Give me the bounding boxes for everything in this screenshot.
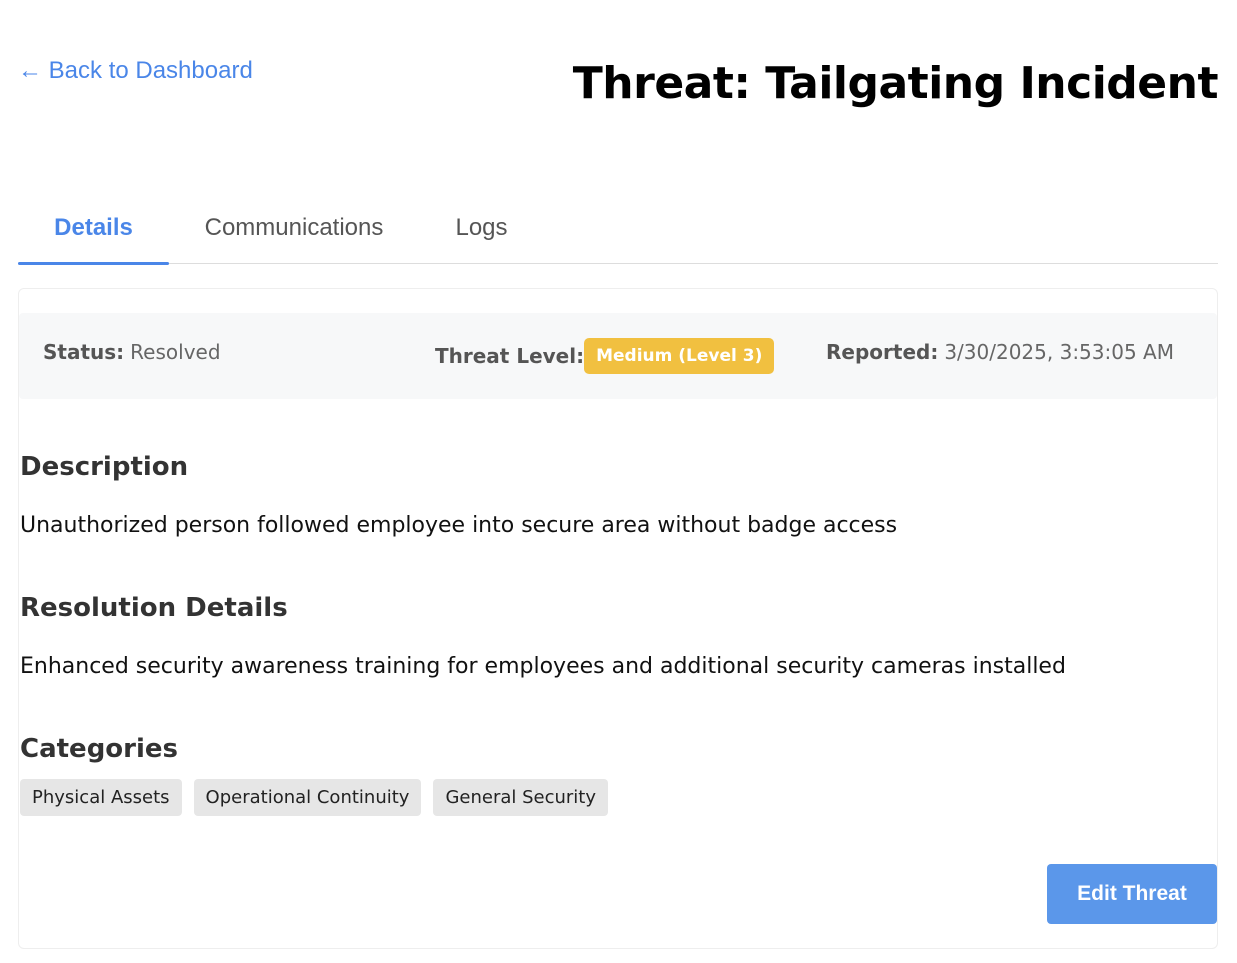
tab-logs[interactable]: Logs xyxy=(419,192,544,263)
category-list: Physical Assets Operational Continuity G… xyxy=(20,779,609,816)
reported-label: Reported: xyxy=(826,340,939,364)
category-chip: Operational Continuity xyxy=(193,779,422,816)
back-to-dashboard-link[interactable]: ← Back to Dashboard xyxy=(18,57,253,85)
category-chip: General Security xyxy=(433,779,609,816)
tab-communications[interactable]: Communications xyxy=(169,192,419,263)
reported-field: Reported: 3/30/2025, 3:53:05 AM xyxy=(826,309,1174,395)
tab-details[interactable]: Details xyxy=(18,192,169,265)
status-label: Status: xyxy=(43,340,125,364)
page-title: Threat: Tailgating Incident xyxy=(572,58,1219,109)
category-chip: Physical Assets xyxy=(20,779,182,816)
threat-details-card: Status: Resolved Threat Level: Medium (L… xyxy=(18,288,1218,949)
status-field: Status: Resolved xyxy=(43,309,221,395)
resolution-heading: Resolution Details xyxy=(20,593,288,623)
threat-level-label: Threat Level: xyxy=(435,344,585,368)
description-text: Unauthorized person followed employee in… xyxy=(20,513,898,538)
threat-summary-bar: Status: Resolved Threat Level: Medium (L… xyxy=(19,313,1217,399)
edit-threat-button[interactable]: Edit Threat xyxy=(1047,864,1217,924)
threat-level-badge: Medium (Level 3) xyxy=(584,338,775,374)
description-heading: Description xyxy=(20,452,189,482)
reported-value: 3/30/2025, 3:53:05 AM xyxy=(944,340,1174,364)
resolution-text: Enhanced security awareness training for… xyxy=(20,654,1066,679)
tab-bar: Details Communications Logs xyxy=(18,192,1218,265)
categories-heading: Categories xyxy=(20,734,179,764)
status-value: Resolved xyxy=(130,340,221,364)
threat-level-field: Threat Level: Medium (Level 3) xyxy=(435,313,775,399)
